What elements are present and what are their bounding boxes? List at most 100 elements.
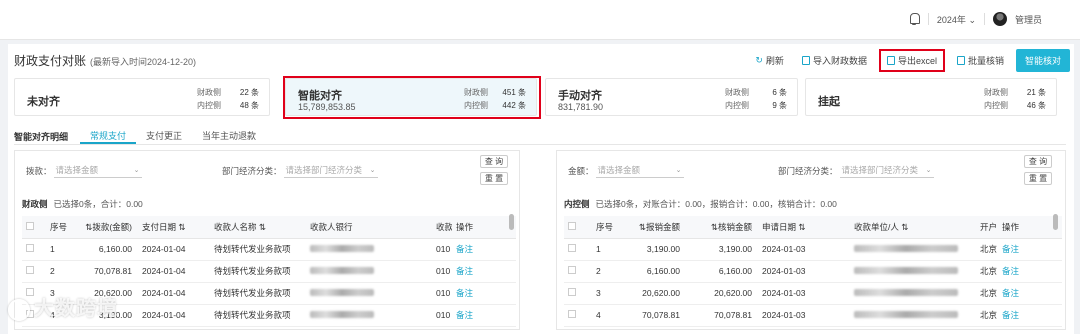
year-selector[interactable]: 2024年 ⌄ <box>937 13 976 26</box>
amount-filter: 拨款： 请选择金额 ⌄ <box>26 164 142 178</box>
cell: 4 <box>592 304 622 327</box>
cell: 待划转代发业务款项 <box>210 260 306 283</box>
amount-select[interactable]: 请选择金额 ⌄ <box>53 164 142 178</box>
note-link[interactable]: 备注 <box>452 238 516 261</box>
verify-icon <box>956 56 965 65</box>
column-header[interactable]: ⇅拨款(金额) <box>76 216 138 239</box>
filter-label: 拨款： <box>26 166 52 176</box>
amount-filter: 金额： 请选择金额 ⌄ <box>568 164 684 178</box>
select-all-checkbox[interactable] <box>22 216 46 239</box>
export-excel-button[interactable]: 导出excel <box>878 49 945 72</box>
column-header[interactable]: ⇅核销金额 <box>686 216 758 239</box>
cell: 北京 <box>976 304 998 327</box>
import-finance-label: 导入财政数据 <box>812 56 867 66</box>
row-checkbox[interactable] <box>564 304 592 327</box>
table-scrollbar[interactable] <box>1053 214 1058 230</box>
note-link[interactable]: 备注 <box>452 282 516 305</box>
card-stats: 财政侧 6 条 内控侧 9 条 <box>725 86 787 112</box>
reset-button[interactable]: 重 置 <box>480 172 508 185</box>
column-header[interactable]: 收款人名称 ⇅ <box>210 216 306 239</box>
internal-table: 序号 ⇅报销金额 ⇅核销金额 申请日期 ⇅ 收款单位/人 ⇅ 开户 操作 1 3,… <box>564 216 1062 327</box>
filter-label: 部门经济分类： <box>222 166 282 176</box>
card-suspended[interactable]: 挂起 财政侧 21 条 内控侧 46 条 <box>805 78 1057 116</box>
econ-class-select[interactable]: 请选择部门经济分类 ⌄ <box>283 164 378 178</box>
cell: 6,160.00 <box>686 260 758 283</box>
cell: 010 <box>432 260 452 283</box>
cell: 待划转代发业务款项 <box>210 282 306 305</box>
query-button[interactable]: 查 询 <box>480 155 508 168</box>
redacted-bank <box>306 282 432 305</box>
column-header: 序号 <box>46 216 76 239</box>
row-checkbox[interactable] <box>22 260 46 283</box>
batch-verify-button[interactable]: 批量核销 <box>951 51 1010 70</box>
stat-count: 6 条 <box>772 88 787 97</box>
note-link[interactable]: 备注 <box>998 282 1062 305</box>
year-label: 2024年 <box>936 14 966 25</box>
column-header[interactable]: ⇅报销金额 <box>622 216 686 239</box>
cell: 20,620.00 <box>622 282 686 305</box>
table-row[interactable]: 1 6,160.00 2024-01-04 待划转代发业务款项 010 备注 <box>22 238 516 261</box>
column-header: 序号 <box>592 216 622 239</box>
note-link[interactable]: 备注 <box>998 304 1062 327</box>
cell: 2024-01-03 <box>758 260 850 283</box>
econ-class-select[interactable]: 请选择部门经济分类 ⌄ <box>839 164 934 178</box>
query-button[interactable]: 查 询 <box>1024 155 1052 168</box>
cell: 2 <box>46 260 76 283</box>
table-row[interactable]: 4 70,078.81 70,078.81 2024-01-03 北京 备注 <box>564 304 1062 327</box>
tab-payment-correction[interactable]: 支付更正 <box>136 128 192 144</box>
tab-regular-payment[interactable]: 常规支付 <box>80 128 137 144</box>
stat-label: 内控侧 <box>197 101 221 110</box>
table-row[interactable]: 2 6,160.00 6,160.00 2024-01-03 北京 备注 <box>564 260 1062 283</box>
smart-verify-button[interactable]: 智能核对 <box>1015 49 1070 72</box>
column-header[interactable]: 收款单位/人 ⇅ <box>850 216 976 239</box>
stat-label: 财政侧 <box>197 88 221 97</box>
note-link[interactable]: 备注 <box>452 304 516 327</box>
import-finance-button[interactable]: 导入财政数据 <box>796 51 873 70</box>
selection-summary: 内控侧 已选择0条，对账合计：0.00，报销合计：0.00，核销合计：0.00 <box>564 198 837 210</box>
watermark-logo-icon <box>8 298 30 321</box>
row-checkbox[interactable] <box>564 260 592 283</box>
stat-count: 22 条 <box>239 88 259 97</box>
avatar[interactable] <box>992 12 1007 26</box>
table-row[interactable]: 3 20,620.00 20,620.00 2024-01-03 北京 备注 <box>564 282 1062 305</box>
select-placeholder: 请选择金额 <box>55 165 99 175</box>
reset-button[interactable]: 重 置 <box>1024 172 1052 185</box>
select-all-checkbox[interactable] <box>564 216 592 239</box>
column-header: 开户 <box>976 216 998 239</box>
detail-tabs: 智能对齐明细 常规支付 支付更正 当年主动退款 <box>14 128 266 144</box>
toolbar: ↻ 刷新 导入财政数据 导出excel 批量核销 智能核对 <box>749 49 1070 72</box>
row-checkbox[interactable] <box>564 282 592 305</box>
user-name[interactable]: 管理员 <box>1015 13 1042 26</box>
cell: 1 <box>46 238 76 261</box>
table-scrollbar[interactable] <box>509 214 514 230</box>
table-row[interactable]: 2 70,078.81 2024-01-04 待划转代发业务款项 010 备注 <box>22 260 516 283</box>
card-manual-aligned[interactable]: 手动对齐 831,781.90 财政侧 6 条 内控侧 9 条 <box>545 78 798 116</box>
filter-label: 部门经济分类： <box>778 166 838 176</box>
cell: 北京 <box>976 260 998 283</box>
redacted-bank <box>306 238 432 261</box>
note-link[interactable]: 备注 <box>452 260 516 283</box>
column-header[interactable]: 申请日期 ⇅ <box>758 216 850 239</box>
stat-count: 48 条 <box>239 101 259 110</box>
amount-select[interactable]: 请选择金额 ⌄ <box>595 164 684 178</box>
select-placeholder: 请选择部门经济分类 <box>285 165 363 175</box>
refresh-button[interactable]: ↻ 刷新 <box>749 51 790 70</box>
card-unaligned[interactable]: 未对齐 财政侧 22 条 内控侧 48 条 <box>14 78 270 116</box>
note-link[interactable]: 备注 <box>998 260 1062 283</box>
table-header: 序号 ⇅拨款(金额) 支付日期 ⇅ 收款人名称 ⇅ 收款人银行 收款 操作 <box>22 216 516 239</box>
cell: 6,160.00 <box>76 238 138 261</box>
tab-current-year-refund[interactable]: 当年主动退款 <box>192 128 266 144</box>
refresh-icon: ↻ <box>755 55 763 65</box>
card-amount: 831,781.90 <box>558 102 604 112</box>
cell: 3,190.00 <box>686 238 758 261</box>
bell-icon[interactable] <box>908 12 920 26</box>
cell: 2024-01-04 <box>138 238 210 261</box>
column-header[interactable]: 支付日期 ⇅ <box>138 216 210 239</box>
note-link[interactable]: 备注 <box>998 238 1062 261</box>
row-checkbox[interactable] <box>22 238 46 261</box>
cell: 20,620.00 <box>686 282 758 305</box>
select-placeholder: 请选择金额 <box>597 165 641 175</box>
table-row[interactable]: 1 3,190.00 3,190.00 2024-01-03 北京 备注 <box>564 238 1062 261</box>
cell: 2024-01-04 <box>138 304 210 327</box>
row-checkbox[interactable] <box>564 238 592 261</box>
